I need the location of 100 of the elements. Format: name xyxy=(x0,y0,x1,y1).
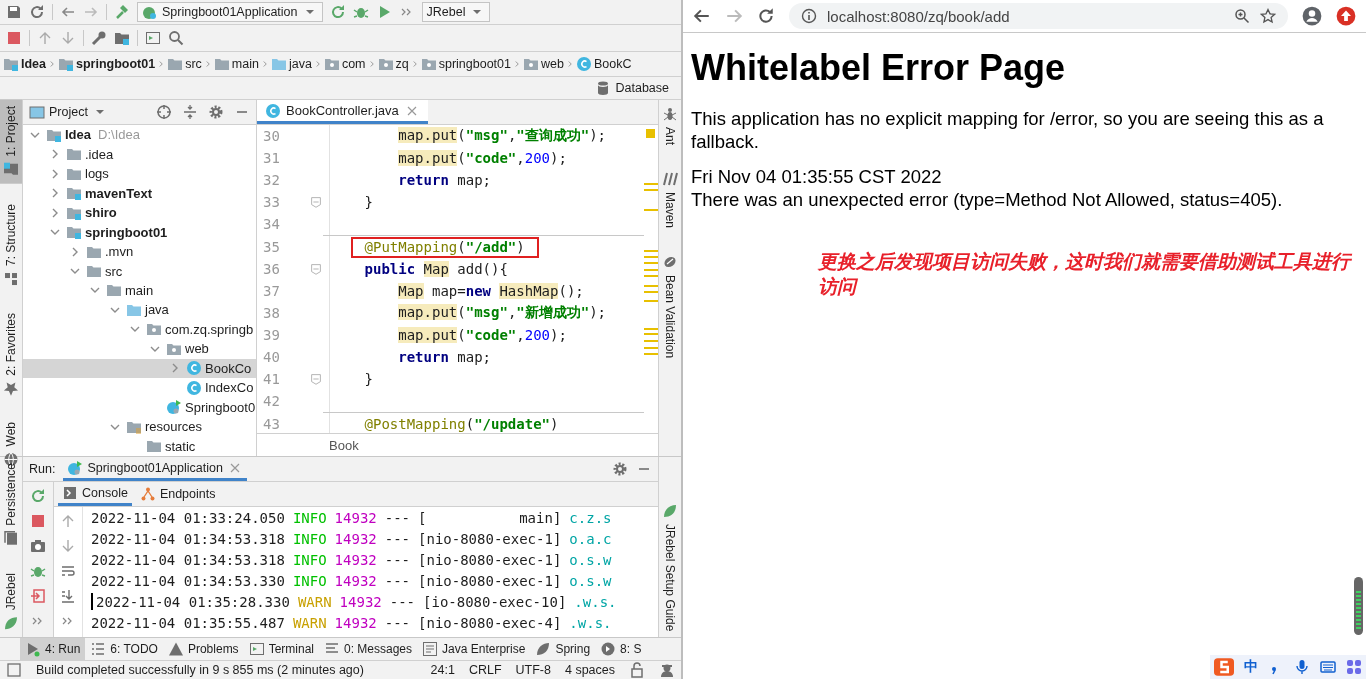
fold-marker-icon[interactable] xyxy=(309,262,323,276)
breadcrumb-item[interactable]: java xyxy=(269,56,313,72)
jrebel-dropdown[interactable]: JRebel xyxy=(421,2,491,22)
tool-window-tab[interactable]: 0: Messages xyxy=(319,638,418,660)
settings-icon[interactable] xyxy=(612,461,628,477)
status-item[interactable]: CRLF xyxy=(468,663,502,677)
keyboard-icon[interactable] xyxy=(1320,659,1336,675)
rerun-icon[interactable] xyxy=(30,488,46,504)
fold-marker-icon[interactable] xyxy=(309,372,323,386)
stop-icon[interactable] xyxy=(30,513,46,529)
tool-window-tab[interactable]: 6: TODO xyxy=(85,638,163,660)
address-bar[interactable]: localhost:8080/zq/book/add xyxy=(789,3,1288,29)
run-config-dropdown[interactable]: Springboot01Application xyxy=(137,2,323,22)
tree-item[interactable]: .idea xyxy=(23,144,256,164)
breadcrumb-item[interactable]: src xyxy=(166,56,203,72)
settings-icon[interactable] xyxy=(208,104,224,120)
soft-wrap-icon[interactable] xyxy=(60,563,76,579)
tree-item[interactable]: com.zq.springb xyxy=(23,319,256,340)
microphone-icon[interactable] xyxy=(1294,659,1310,675)
zoom-icon[interactable] xyxy=(1234,8,1250,24)
grid-icon[interactable] xyxy=(1346,659,1362,675)
code-breadcrumb[interactable]: Book xyxy=(329,437,359,453)
down-arrow-icon[interactable] xyxy=(60,538,76,554)
lock-icon[interactable] xyxy=(629,662,645,678)
camera-icon[interactable] xyxy=(30,538,46,554)
status-item[interactable]: UTF-8 xyxy=(515,663,551,677)
scroll-to-end-icon[interactable] xyxy=(60,588,76,604)
breadcrumb-item[interactable]: springboot01 xyxy=(419,56,512,72)
locate-icon[interactable] xyxy=(156,104,172,120)
package-icon xyxy=(146,321,162,338)
breadcrumb-item[interactable]: BookC xyxy=(574,56,633,72)
breadcrumb-item[interactable]: main xyxy=(212,56,260,72)
info-icon[interactable] xyxy=(801,8,817,24)
tree-item[interactable]: BookCo xyxy=(23,358,256,379)
status-item[interactable]: 4 spaces xyxy=(564,663,615,677)
tool-window-tab[interactable]: 8: S xyxy=(595,638,647,660)
tool-window-tab[interactable]: Problems xyxy=(162,638,244,660)
tree-item[interactable]: Springboot0 xyxy=(23,397,256,418)
update-icon[interactable] xyxy=(1336,6,1356,26)
tool-window-tab[interactable]: Maven xyxy=(659,165,681,235)
breadcrumb-item[interactable]: com xyxy=(322,56,367,72)
line-number: 37 xyxy=(262,283,281,299)
tree-item[interactable]: .mvn xyxy=(23,241,256,262)
breadcrumb-item[interactable]: springboot01 xyxy=(57,56,157,72)
terminal-icon[interactable] xyxy=(145,30,161,46)
account-icon[interactable] xyxy=(1302,6,1322,26)
tool-window-tab[interactable]: 1: Project xyxy=(0,100,22,184)
down-arrow-icon[interactable] xyxy=(60,30,76,46)
exit-icon[interactable] xyxy=(30,588,46,604)
search-icon[interactable] xyxy=(168,30,184,46)
status-item[interactable]: 24:1 xyxy=(430,663,455,677)
folder-icon[interactable] xyxy=(114,30,130,46)
input-method-logo-icon[interactable] xyxy=(1214,657,1234,677)
tool-window-tab[interactable]: Persistence xyxy=(0,456,22,553)
up-arrow-icon[interactable] xyxy=(37,30,53,46)
console-tab[interactable]: Endpoints xyxy=(135,482,220,506)
breadcrumb-item[interactable]: Idea xyxy=(2,56,47,72)
tool-window-tab[interactable]: 2: Favorites xyxy=(0,306,22,403)
tool-window-tab[interactable]: 7: Structure xyxy=(0,197,22,293)
hammer-icon[interactable] xyxy=(114,4,130,20)
sync-icon[interactable] xyxy=(29,4,45,20)
save-icon[interactable] xyxy=(6,4,22,20)
tree-item[interactable]: resources xyxy=(23,417,256,437)
package-icon xyxy=(420,56,437,72)
wrench-icon[interactable] xyxy=(91,30,107,46)
fold-marker-icon[interactable] xyxy=(309,195,323,209)
up-arrow-icon[interactable] xyxy=(60,513,76,529)
collapse-icon[interactable] xyxy=(182,104,198,120)
editor-tab[interactable]: BookController.java xyxy=(257,100,428,124)
tool-window-tab[interactable]: Spring xyxy=(530,638,596,660)
tree-item[interactable]: shiro xyxy=(23,202,256,223)
tree-item[interactable]: springboot01 xyxy=(23,222,256,242)
panel-toggle-icon[interactable] xyxy=(6,662,22,678)
tool-window-tab[interactable]: Terminal xyxy=(243,638,319,660)
tree-item[interactable]: java xyxy=(23,300,256,320)
reload-icon[interactable] xyxy=(757,7,775,25)
input-mode-toggle[interactable]: 中 xyxy=(1244,658,1258,676)
tree-item[interactable]: src xyxy=(23,261,256,281)
breadcrumb-item[interactable]: web xyxy=(522,56,565,72)
tree-item[interactable]: main xyxy=(23,280,256,301)
tool-window-tab[interactable]: Bean Validation xyxy=(659,248,681,365)
tool-window-tab[interactable]: Ant xyxy=(659,100,681,151)
back-icon[interactable] xyxy=(693,7,711,25)
breadcrumb-item[interactable]: zq xyxy=(376,56,410,72)
tool-window-tab[interactable]: JRebel Setup Guide xyxy=(659,496,681,637)
person-icon[interactable] xyxy=(659,662,675,678)
console-tab[interactable]: Console xyxy=(58,482,132,506)
tool-window-tab[interactable]: Java Enterprise xyxy=(417,638,531,660)
tree-item[interactable]: logs xyxy=(23,163,256,184)
star-icon[interactable] xyxy=(1260,8,1276,24)
database-button[interactable]: Database xyxy=(595,80,669,96)
tree-item[interactable]: mavenText xyxy=(23,183,256,203)
rerun-icon[interactable] xyxy=(329,4,346,20)
tree-item[interactable]: Idea D:\Idea xyxy=(23,125,256,145)
tree-item[interactable]: web xyxy=(23,339,256,359)
tool-window-tab[interactable]: JRebel xyxy=(0,566,22,637)
tree-item[interactable]: static xyxy=(23,436,256,456)
stop-icon[interactable] xyxy=(6,30,22,46)
tree-item[interactable]: IndexCo xyxy=(23,378,256,398)
tool-window-tab[interactable]: 4: Run xyxy=(20,638,86,660)
